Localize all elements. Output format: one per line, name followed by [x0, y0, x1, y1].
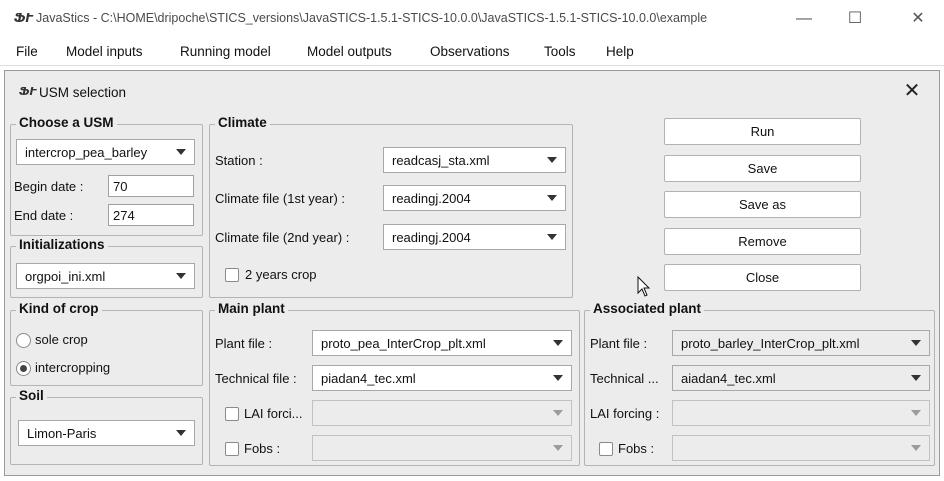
- close-icon[interactable]: ✕: [897, 77, 927, 105]
- main-lai-file-select: [312, 400, 572, 426]
- main-lai-forcing-label: LAI forci...: [244, 406, 303, 421]
- sole-crop-label: sole crop: [35, 332, 88, 347]
- soil-select[interactable]: Limon-Paris: [18, 420, 195, 446]
- soil-group: Soil Limon-Paris: [10, 388, 203, 465]
- menu-help[interactable]: Help: [606, 44, 634, 59]
- associated-plant-file-label: Plant file :: [590, 336, 648, 351]
- initializations-group: Initializations orgpoi_ini.xml: [10, 237, 203, 298]
- close-icon[interactable]: ✕: [896, 6, 940, 32]
- menu-running-model[interactable]: Running model: [180, 44, 271, 59]
- group-title: Choose a USM: [16, 115, 117, 130]
- window-title: JavaStics - C:\HOME\dripoche\STICS_versi…: [36, 11, 708, 25]
- usm-selection-dialog: ՖՒ USM selection ✕ Choose a USM intercro…: [4, 70, 940, 476]
- two-years-crop-label: 2 years crop: [245, 267, 317, 282]
- climate-file-2-label: Climate file (2nd year) :: [215, 230, 350, 245]
- intercropping-radio[interactable]: [16, 361, 31, 376]
- dialog-title-bar: ՖՒ USM selection ✕: [5, 71, 939, 115]
- main-fobs-file-select: [312, 435, 572, 461]
- station-label: Station :: [215, 153, 263, 168]
- menu-model-inputs[interactable]: Model inputs: [66, 44, 143, 59]
- group-title: Climate: [215, 115, 270, 130]
- main-lai-forcing-checkbox[interactable]: [225, 407, 239, 421]
- associated-technical-file-label: Technical ...: [590, 371, 659, 386]
- group-title: Associated plant: [590, 301, 705, 316]
- dialog-title: USM selection: [39, 85, 127, 100]
- chevron-down-icon: [911, 445, 921, 451]
- group-title: Main plant: [215, 301, 288, 316]
- chevron-down-icon: [176, 149, 186, 155]
- mouse-pointer-icon: [637, 276, 651, 297]
- usm-select[interactable]: intercrop_pea_barley: [16, 139, 195, 165]
- group-title: Kind of crop: [16, 301, 102, 316]
- chevron-down-icon: [547, 234, 557, 240]
- climate-file-1-select[interactable]: readingj.2004: [383, 185, 566, 211]
- choose-usm-group: Choose a USM intercrop_pea_barley Begin …: [10, 115, 203, 236]
- group-title: Soil: [16, 388, 47, 403]
- chevron-down-icon: [911, 375, 921, 381]
- menu-model-outputs[interactable]: Model outputs: [307, 44, 392, 59]
- station-select[interactable]: readcasj_sta.xml: [383, 147, 566, 173]
- main-fobs-checkbox[interactable]: [225, 442, 239, 456]
- save-button[interactable]: Save: [664, 155, 861, 182]
- associated-plant-file-select[interactable]: proto_barley_InterCrop_plt.xml: [672, 330, 930, 356]
- intercropping-label: intercropping: [35, 360, 111, 375]
- maximize-icon[interactable]: ☐: [833, 6, 877, 32]
- chevron-down-icon: [553, 340, 563, 346]
- kind-of-crop-group: Kind of crop sole crop intercropping: [10, 301, 203, 386]
- associated-plant-group: Associated plant Plant file : proto_barl…: [584, 301, 935, 466]
- main-plant-file-label: Plant file :: [215, 336, 273, 351]
- chevron-down-icon: [176, 273, 186, 279]
- climate-group: Climate Station : readcasj_sta.xml Clima…: [209, 115, 573, 298]
- chevron-down-icon: [911, 340, 921, 346]
- group-title: Initializations: [16, 237, 108, 252]
- associated-lai-forcing-label: LAI forcing :: [590, 406, 660, 421]
- sole-crop-radio[interactable]: [16, 333, 31, 348]
- chevron-down-icon: [553, 445, 563, 451]
- associated-fobs-label: Fobs :: [618, 441, 655, 456]
- associated-fobs-checkbox[interactable]: [599, 442, 613, 456]
- main-fobs-label: Fobs :: [244, 441, 281, 456]
- menu-bar: File Model inputs Running model Model ou…: [0, 38, 944, 66]
- minimize-icon[interactable]: —: [782, 6, 826, 32]
- begin-date-input[interactable]: 70: [108, 175, 194, 197]
- menu-tools[interactable]: Tools: [544, 44, 576, 59]
- associated-technical-file-select[interactable]: aiadan4_tec.xml: [672, 365, 930, 391]
- chevron-down-icon: [547, 157, 557, 163]
- close-button[interactable]: Close: [664, 264, 861, 291]
- main-technical-file-label: Technical file :: [215, 371, 297, 386]
- javastics-icon: ՖՒ: [19, 86, 37, 98]
- climate-file-2-select[interactable]: readingj.2004: [383, 224, 566, 250]
- chevron-down-icon: [553, 375, 563, 381]
- end-date-label: End date :: [14, 208, 74, 223]
- chevron-down-icon: [176, 430, 186, 436]
- menu-observations[interactable]: Observations: [430, 44, 510, 59]
- chevron-down-icon: [553, 410, 563, 416]
- main-plant-file-select[interactable]: proto_pea_InterCrop_plt.xml: [312, 330, 572, 356]
- main-technical-file-select[interactable]: piadan4_tec.xml: [312, 365, 572, 391]
- chevron-down-icon: [911, 410, 921, 416]
- menu-file[interactable]: File: [16, 44, 38, 59]
- remove-button[interactable]: Remove: [664, 228, 861, 255]
- two-years-crop-checkbox[interactable]: [225, 268, 239, 282]
- chevron-down-icon: [547, 195, 557, 201]
- window-title-bar: ՖՒ JavaStics - C:\HOME\dripoche\STICS_ve…: [0, 0, 944, 38]
- climate-file-1-label: Climate file (1st year) :: [215, 191, 346, 206]
- run-button[interactable]: Run: [664, 118, 861, 145]
- associated-lai-file-select: [672, 400, 930, 426]
- associated-fobs-file-select: [672, 435, 930, 461]
- end-date-input[interactable]: 274: [108, 204, 194, 226]
- main-plant-group: Main plant Plant file : proto_pea_InterC…: [209, 301, 580, 466]
- initialization-file-select[interactable]: orgpoi_ini.xml: [16, 263, 195, 289]
- javastics-icon: ՖՒ: [14, 11, 34, 25]
- begin-date-label: Begin date :: [14, 179, 84, 194]
- save-as-button[interactable]: Save as: [664, 191, 861, 218]
